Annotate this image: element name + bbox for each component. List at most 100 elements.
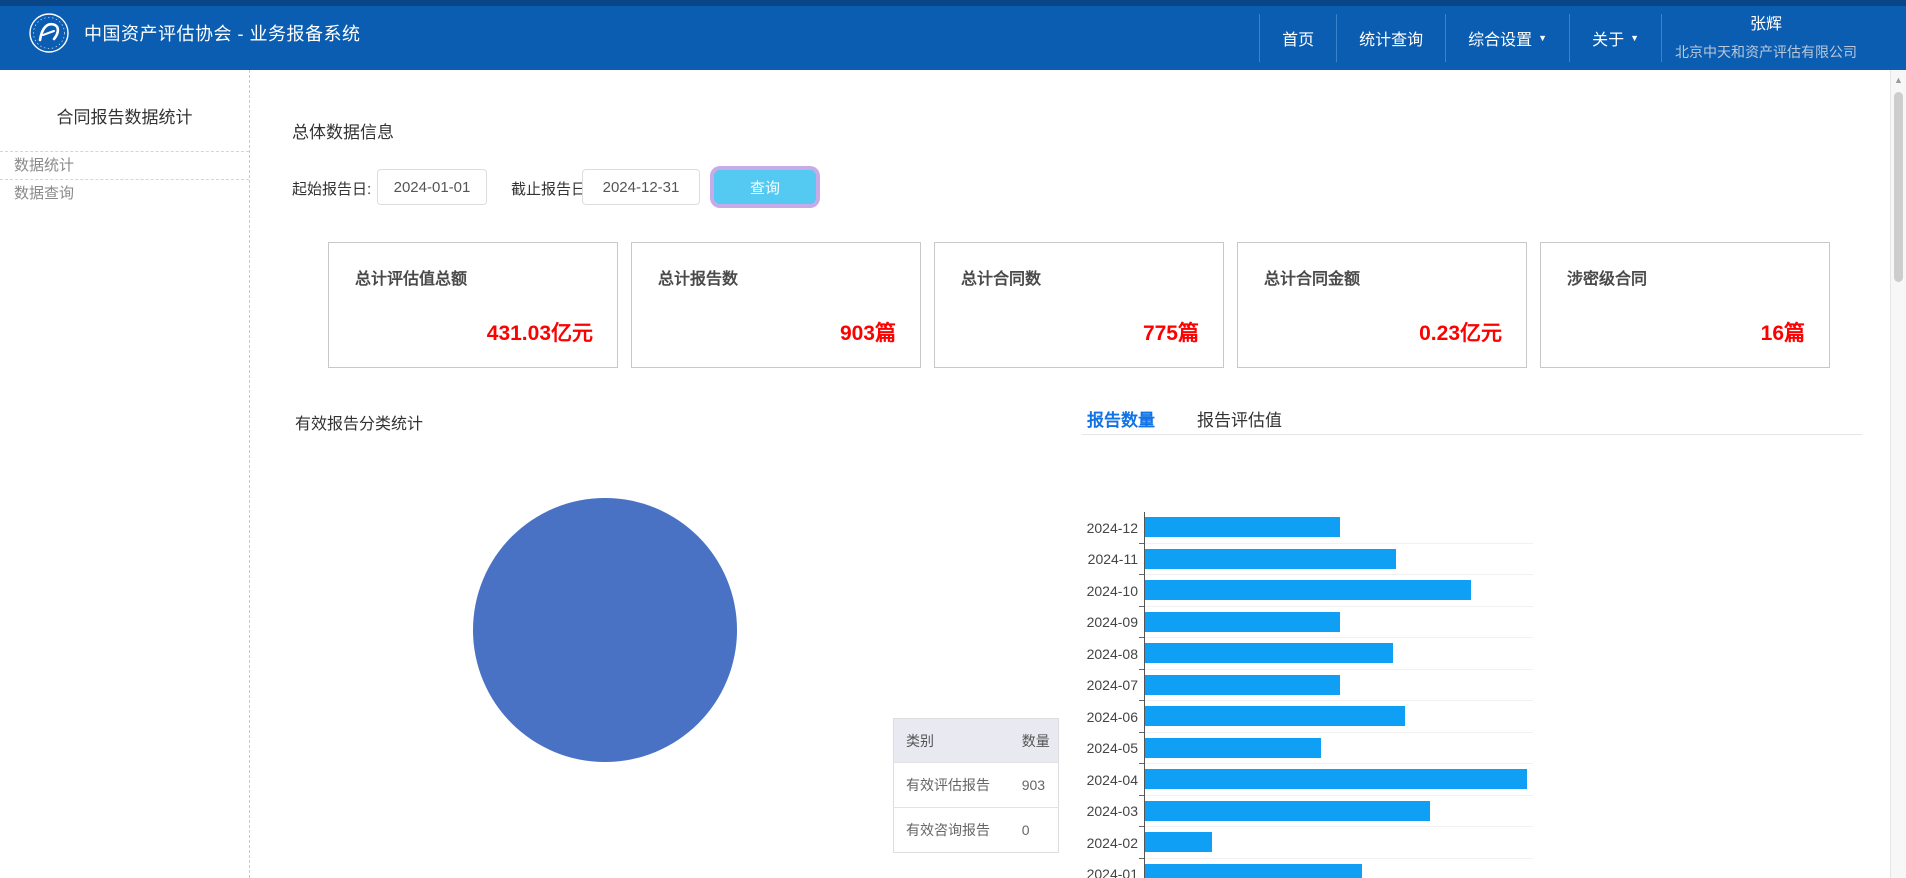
stat-card-title: 总计报告数: [658, 265, 738, 289]
bar-row: 2024-11: [1078, 544, 1538, 576]
nav-item-3[interactable]: 综合设置▼: [1445, 14, 1569, 62]
nav-item-4[interactable]: 关于▼: [1569, 14, 1662, 62]
bar-row: 2024-12: [1078, 512, 1538, 544]
bar-track: [1144, 796, 1533, 828]
start-date-input[interactable]: [377, 169, 487, 205]
legend-category-cell: 有效咨询报告: [894, 808, 1010, 853]
bar-row: 2024-09: [1078, 607, 1538, 639]
chevron-down-icon: ▼: [1630, 33, 1639, 43]
legend-table-header: 数量: [1010, 719, 1059, 763]
stat-card-value: 903篇: [840, 317, 896, 347]
bar-value: [1144, 675, 1340, 695]
stat-card-title: 总计合同金额: [1264, 265, 1360, 289]
legend-count-cell: 0: [1010, 808, 1059, 853]
user-block[interactable]: 张辉 北京中天和资产评估有限公司: [1666, 10, 1866, 62]
bar-category-label: 2024-12: [1078, 520, 1138, 536]
bar-track: [1144, 701, 1533, 733]
legend-count-cell: 903: [1010, 763, 1059, 808]
bar-value: [1144, 612, 1340, 632]
nav-item-2[interactable]: 统计查询: [1336, 14, 1445, 62]
bar-track: [1144, 575, 1533, 607]
bar-category-label: 2024-01: [1078, 866, 1138, 878]
table-row: 有效咨询报告0: [894, 808, 1059, 853]
bar-category-label: 2024-05: [1078, 740, 1138, 756]
bar-category-label: 2024-02: [1078, 835, 1138, 851]
legend-table-header: 类别: [894, 719, 1010, 763]
bar-value: [1144, 517, 1340, 537]
bar-track: [1144, 607, 1533, 639]
tab-2[interactable]: 报告评估值: [1197, 406, 1282, 431]
bar-category-label: 2024-03: [1078, 803, 1138, 819]
nav-menu: 首页统计查询综合设置▼关于▼: [1259, 14, 1662, 62]
bar-category-label: 2024-11: [1078, 551, 1138, 567]
app-title: 中国资产评估协会 - 业务报备系统: [84, 20, 361, 46]
brand: 中国资产评估协会 - 业务报备系统: [28, 12, 361, 54]
sidebar-item-1[interactable]: 数据统计: [0, 152, 249, 180]
bar-track: [1144, 544, 1533, 576]
pie-chart: [473, 498, 737, 762]
end-date-input[interactable]: [582, 169, 700, 205]
bar-value: [1144, 580, 1471, 600]
bar-chart-y-axis: [1144, 512, 1145, 878]
scrollbar-up-icon[interactable]: ▲: [1891, 70, 1906, 85]
nav-item-1[interactable]: 首页: [1259, 14, 1336, 62]
bar-row: 2024-03: [1078, 796, 1538, 828]
pie-legend-table: 类别数量 有效评估报告903有效咨询报告0: [893, 718, 1059, 853]
bar-track: [1144, 638, 1533, 670]
association-seal-icon: [28, 12, 70, 54]
table-row: 有效评估报告903: [894, 763, 1059, 808]
bar-track: [1144, 859, 1533, 878]
bar-category-label: 2024-06: [1078, 709, 1138, 725]
bar-value: [1144, 706, 1405, 726]
sidebar-item-2[interactable]: 数据查询: [0, 180, 249, 208]
scrollbar-thumb[interactable]: [1894, 92, 1903, 282]
bar-category-label: 2024-04: [1078, 772, 1138, 788]
stat-card-5: 涉密级合同16篇: [1540, 242, 1830, 368]
bar-value: [1144, 864, 1362, 878]
bar-value: [1144, 801, 1430, 821]
stat-card-title: 总计合同数: [961, 265, 1041, 289]
tabs-underline: [1082, 434, 1862, 435]
business-report-system-page: 中国资产评估协会 - 业务报备系统 首页统计查询综合设置▼关于▼ 张辉 北京中天…: [0, 0, 1906, 878]
bar-row: 2024-06: [1078, 701, 1538, 733]
chevron-down-icon: ▼: [1538, 33, 1547, 43]
bar-category-label: 2024-07: [1078, 677, 1138, 693]
bar-value: [1144, 738, 1321, 758]
legend-category-cell: 有效评估报告: [894, 763, 1010, 808]
end-date-label: 截止报告日:: [511, 178, 590, 199]
bar-value: [1144, 549, 1396, 569]
stat-card-title: 总计评估值总额: [355, 265, 467, 289]
bar-row: 2024-07: [1078, 670, 1538, 702]
page-title: 总体数据信息: [292, 118, 394, 143]
stat-card-3: 总计合同数 775篇: [934, 242, 1224, 368]
sidebar: 合同报告数据统计 数据统计数据查询: [0, 70, 250, 878]
bar-category-label: 2024-08: [1078, 646, 1138, 662]
vertical-scrollbar[interactable]: ▲: [1890, 70, 1906, 878]
bar-track: [1144, 733, 1533, 765]
pie-section-title: 有效报告分类统计: [295, 410, 423, 434]
bar-row: 2024-01: [1078, 859, 1538, 878]
stat-card-value: 775篇: [1143, 317, 1199, 347]
bar-value: [1144, 832, 1212, 852]
start-date-label: 起始报告日:: [292, 178, 371, 199]
chart-tabs: 报告数量 报告评估值: [1087, 406, 1282, 431]
stat-card-2: 总计报告数 903篇: [631, 242, 921, 368]
bar-category-label: 2024-10: [1078, 583, 1138, 599]
bar-chart: 2024-12 2024-11 2024-10 2024-09 2024-08 2024-…: [1078, 512, 1538, 878]
bar-row: 2024-04: [1078, 764, 1538, 796]
user-company: 北京中天和资产评估有限公司: [1666, 42, 1866, 62]
stat-card-value: 431.03亿元: [487, 317, 593, 347]
bar-row: 2024-02: [1078, 827, 1538, 859]
bar-row: 2024-10: [1078, 575, 1538, 607]
tab-1[interactable]: 报告数量: [1087, 406, 1155, 431]
bar-track: [1144, 512, 1533, 544]
bar-value: [1144, 643, 1393, 663]
stat-card-4: 总计合同金额 0.23亿元: [1237, 242, 1527, 368]
stat-cards: 总计评估值总额 431.03亿元 总计报告数 903篇 总计合同数 775篇 总计合同金额 0…: [328, 242, 1830, 368]
bar-row: 2024-08: [1078, 638, 1538, 670]
bar-row: 2024-05: [1078, 733, 1538, 765]
query-button[interactable]: 查询: [714, 170, 816, 204]
stat-card-value: 0.23亿元: [1419, 317, 1502, 347]
bar-track: [1144, 764, 1533, 796]
stat-card-1: 总计评估值总额 431.03亿元: [328, 242, 618, 368]
